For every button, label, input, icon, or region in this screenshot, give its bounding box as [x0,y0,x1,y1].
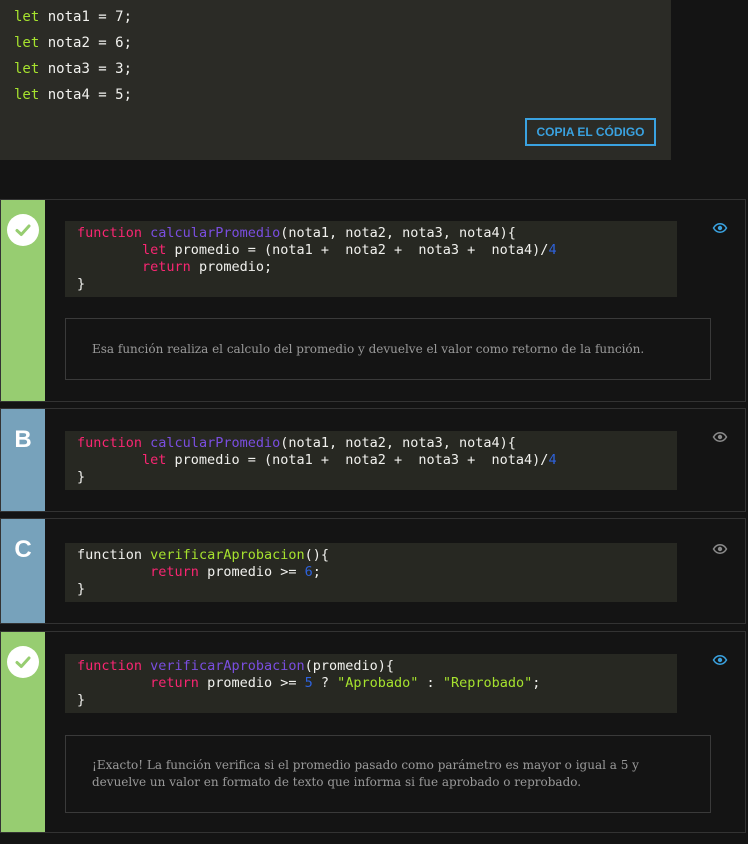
option-letter: B [14,426,32,453]
code-line: let nota3 = 3; [14,61,133,77]
answer-option-a[interactable]: function calcularPromedio(nota1, nota2, … [0,199,746,402]
check-icon [7,214,39,246]
option-letter-badge: B [1,409,45,511]
code-snippet: let nota1 = 7; let nota2 = 6; let nota3 … [0,0,671,160]
eye-icon[interactable] [712,220,728,236]
code-line: let promedio = (nota1 + nota2 + nota3 + … [142,452,557,468]
answer-option-c[interactable]: C function verificarAprobacion(){ return… [0,518,746,624]
code-line: let nota2 = 6; [14,35,133,51]
copy-code-button[interactable]: COPIA EL CÓDIGO [525,118,656,146]
code-line: return promedio >= 5 ? "Aprobado" : "Rep… [150,675,541,691]
code-line: function verificarAprobacion(){ [77,547,329,563]
code-line: function verificarAprobacion(promedio){ [77,658,395,674]
code-line: let nota4 = 5; [14,87,133,103]
code-line: } [77,581,86,597]
code-line: } [77,276,86,292]
code-line: return promedio >= 6; [150,564,321,580]
correct-badge [1,200,45,401]
code-line: } [77,692,86,708]
answer-feedback: ¡Exacto! La función verifica si el prome… [65,735,711,813]
option-letter-badge: C [1,519,45,623]
check-icon [7,646,39,678]
correct-badge [1,632,45,832]
option-letter: C [14,536,32,563]
code-line: } [77,469,86,485]
code-line: return promedio; [142,259,273,275]
eye-icon[interactable] [712,429,728,445]
code-line: let nota1 = 7; [14,9,133,25]
code-line: function calcularPromedio(nota1, nota2, … [77,225,516,241]
option-code: function calcularPromedio(nota1, nota2, … [65,431,677,490]
code-line: function calcularPromedio(nota1, nota2, … [77,435,516,451]
eye-icon[interactable] [712,652,728,668]
option-code: function calcularPromedio(nota1, nota2, … [65,221,677,297]
option-code: function verificarAprobacion(promedio){ … [65,654,677,713]
code-line: let promedio = (nota1 + nota2 + nota3 + … [142,242,557,258]
answer-option-b[interactable]: B function calcularPromedio(nota1, nota2… [0,408,746,512]
option-code: function verificarAprobacion(){ return p… [65,543,677,602]
answer-option-d[interactable]: function verificarAprobacion(promedio){ … [0,631,746,833]
eye-icon[interactable] [712,541,728,557]
answer-feedback: Esa función realiza el calculo del prome… [65,318,711,380]
